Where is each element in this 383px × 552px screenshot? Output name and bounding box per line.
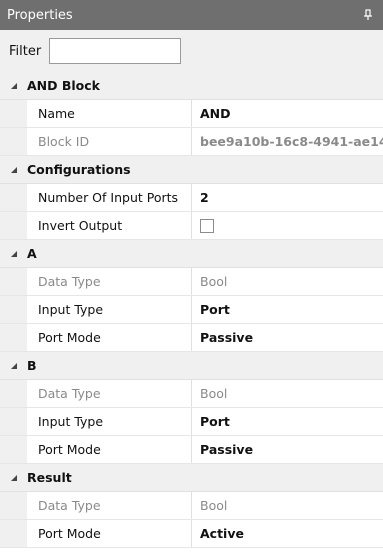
property-label: Input Type — [27, 408, 192, 435]
property-grid: AND Block Name AND Block ID bee9a10b-16c… — [0, 72, 383, 548]
property-row-port-mode[interactable]: Port Mode Passive — [0, 324, 383, 352]
property-value-input-type[interactable]: Port — [192, 408, 383, 435]
panel-titlebar: Properties — [0, 0, 383, 30]
property-label: Port Mode — [27, 324, 192, 351]
property-value-data-type[interactable]: Bool — [192, 380, 383, 407]
panel-title: Properties — [7, 7, 73, 23]
property-label: Data Type — [27, 492, 192, 519]
property-row-input-type[interactable]: Input Type Port — [0, 296, 383, 324]
category-result[interactable]: Result — [0, 464, 383, 492]
property-value-number-of-input-ports[interactable]: 2 — [192, 184, 383, 211]
property-row-number-of-input-ports[interactable]: Number Of Input Ports 2 — [0, 184, 383, 212]
collapse-triangle-icon[interactable] — [0, 362, 27, 370]
property-row-data-type[interactable]: Data Type Bool — [0, 492, 383, 520]
category-title: Configurations — [27, 162, 131, 177]
filter-label: Filter — [9, 43, 42, 59]
category-b[interactable]: B — [0, 352, 383, 380]
property-value-port-mode[interactable]: Passive — [192, 324, 383, 351]
filter-bar: Filter — [0, 30, 383, 72]
category-title: A — [27, 246, 37, 261]
property-value-block-id[interactable]: bee9a10b-16c8-4941-ae14- — [192, 128, 383, 155]
property-value-data-type[interactable]: Bool — [192, 492, 383, 519]
collapse-triangle-icon[interactable] — [0, 474, 27, 482]
collapse-triangle-icon[interactable] — [0, 82, 27, 90]
collapse-triangle-icon[interactable] — [0, 166, 27, 174]
property-label: Data Type — [27, 380, 192, 407]
property-label: Data Type — [27, 268, 192, 295]
property-value-data-type[interactable]: Bool — [192, 268, 383, 295]
collapse-triangle-icon[interactable] — [0, 250, 27, 258]
property-row-data-type[interactable]: Data Type Bool — [0, 380, 383, 408]
property-label: Port Mode — [27, 436, 192, 463]
properties-panel: Properties Filter AND Block Name AND Blo… — [0, 0, 383, 552]
category-configurations[interactable]: Configurations — [0, 156, 383, 184]
category-title: B — [27, 358, 37, 373]
property-row-data-type[interactable]: Data Type Bool — [0, 268, 383, 296]
property-label: Input Type — [27, 296, 192, 323]
property-row-block-id[interactable]: Block ID bee9a10b-16c8-4941-ae14- — [0, 128, 383, 156]
property-row-input-type[interactable]: Input Type Port — [0, 408, 383, 436]
property-row-port-mode[interactable]: Port Mode Active — [0, 520, 383, 548]
property-label: Invert Output — [27, 212, 192, 239]
invert-output-checkbox[interactable] — [200, 218, 214, 233]
property-value-port-mode[interactable]: Active — [192, 520, 383, 547]
property-row-name[interactable]: Name AND — [0, 100, 383, 128]
property-row-port-mode[interactable]: Port Mode Passive — [0, 436, 383, 464]
property-label: Port Mode — [27, 520, 192, 547]
category-title: Result — [27, 470, 72, 485]
property-label: Number Of Input Ports — [27, 184, 192, 211]
property-row-invert-output[interactable]: Invert Output — [0, 212, 383, 240]
filter-input[interactable] — [49, 38, 182, 64]
category-a[interactable]: A — [0, 240, 383, 268]
category-and-block[interactable]: AND Block — [0, 72, 383, 100]
category-title: AND Block — [27, 78, 100, 93]
property-value-port-mode[interactable]: Passive — [192, 436, 383, 463]
property-label: Block ID — [27, 128, 192, 155]
property-value-input-type[interactable]: Port — [192, 296, 383, 323]
pin-icon[interactable] — [361, 8, 375, 22]
property-label: Name — [27, 100, 192, 127]
property-value-name[interactable]: AND — [192, 100, 383, 127]
